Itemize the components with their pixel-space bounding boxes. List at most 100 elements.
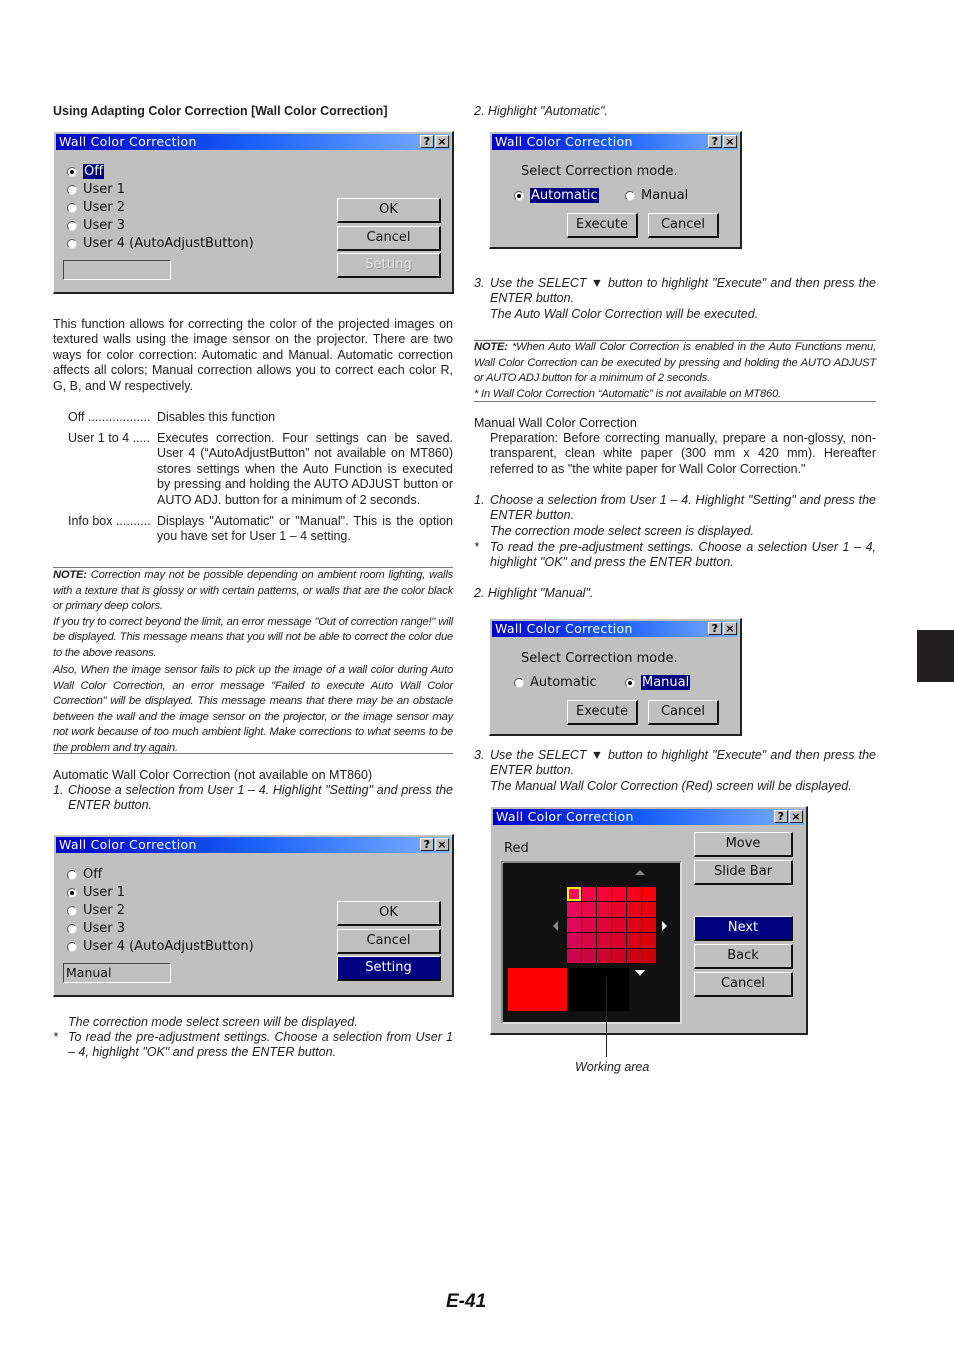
radio-label: User 4 (AutoAdjustButton) bbox=[83, 939, 254, 954]
radio-label: Automatic bbox=[530, 675, 597, 690]
execute-button[interactable]: Execute bbox=[567, 700, 638, 725]
color-grid-cell[interactable] bbox=[612, 902, 626, 917]
arrow-down-icon[interactable] bbox=[635, 970, 645, 976]
wall-color-correction-dialog-user1: Wall Color Correction ? × Off User 1 Use… bbox=[53, 834, 454, 997]
radio-dot bbox=[67, 202, 77, 213]
color-grid-cell[interactable] bbox=[597, 887, 611, 902]
radio-label: User 3 bbox=[83, 921, 126, 936]
dialog-title: Wall Color Correction bbox=[59, 837, 197, 852]
radio-user1[interactable]: User 1 bbox=[67, 182, 125, 197]
help-icon[interactable]: ? bbox=[420, 135, 434, 148]
color-grid-cell[interactable] bbox=[567, 902, 581, 917]
help-icon[interactable]: ? bbox=[774, 810, 788, 823]
dialog-titlebar: Wall Color Correction ? × bbox=[492, 621, 738, 637]
manual-heading: Manual Wall Color Correction bbox=[474, 416, 637, 430]
color-grid-cell[interactable] bbox=[582, 948, 596, 963]
color-grid-cell[interactable] bbox=[642, 933, 656, 948]
dialog-title: Wall Color Correction bbox=[495, 134, 633, 149]
color-grid-cell[interactable] bbox=[582, 917, 596, 933]
color-grid-cell[interactable] bbox=[627, 948, 641, 963]
color-grid-cell[interactable] bbox=[567, 948, 581, 963]
help-icon[interactable]: ? bbox=[708, 622, 722, 635]
color-grid-cell[interactable] bbox=[642, 902, 656, 917]
step-result: The correction mode select screen will b… bbox=[68, 1015, 358, 1029]
radio-user2[interactable]: User 2 bbox=[67, 200, 125, 215]
radio-dot bbox=[67, 238, 77, 249]
slide-bar-button[interactable]: Slide Bar bbox=[694, 860, 793, 885]
cancel-button[interactable]: Cancel bbox=[648, 700, 719, 725]
color-grid-cell[interactable] bbox=[627, 887, 641, 902]
color-grid-cell[interactable] bbox=[597, 948, 611, 963]
color-grid-cell[interactable] bbox=[612, 887, 626, 902]
help-icon[interactable]: ? bbox=[708, 135, 722, 148]
radio-user4[interactable]: User 4 (AutoAdjustButton) bbox=[67, 939, 254, 954]
arrow-left-icon[interactable] bbox=[553, 921, 558, 931]
close-icon[interactable]: × bbox=[789, 810, 803, 823]
cancel-button[interactable]: Cancel bbox=[337, 929, 441, 954]
color-grid-cell[interactable] bbox=[612, 933, 626, 948]
radio-user4[interactable]: User 4 (AutoAdjustButton) bbox=[67, 236, 254, 251]
cancel-button[interactable]: Cancel bbox=[648, 213, 719, 238]
radio-dot bbox=[625, 190, 635, 201]
cancel-button[interactable]: Cancel bbox=[337, 226, 441, 251]
color-grid-cell[interactable] bbox=[642, 948, 656, 963]
color-grid-cell[interactable] bbox=[642, 887, 656, 902]
color-grid-cell[interactable] bbox=[582, 933, 596, 948]
color-grid-cell[interactable] bbox=[582, 902, 596, 917]
color-grid-cell[interactable] bbox=[567, 887, 581, 902]
color-grid-cell[interactable] bbox=[627, 902, 641, 917]
help-icon[interactable]: ? bbox=[420, 838, 434, 851]
arrow-up-icon[interactable] bbox=[635, 870, 645, 875]
radio-off[interactable]: Off bbox=[67, 867, 102, 882]
close-icon[interactable]: × bbox=[435, 135, 449, 148]
radio-off[interactable]: Off bbox=[67, 164, 105, 179]
dialog-titlebar: Wall Color Correction ? × bbox=[56, 134, 450, 150]
color-grid-cell[interactable] bbox=[597, 933, 611, 948]
radio-manual[interactable]: Manual bbox=[625, 188, 688, 203]
setting-button[interactable]: Setting bbox=[337, 253, 441, 278]
next-button[interactable]: Next bbox=[694, 916, 793, 941]
dialog-titlebar: Wall Color Correction ? × bbox=[56, 837, 450, 853]
ok-button[interactable]: OK bbox=[337, 901, 441, 926]
color-grid-cell[interactable] bbox=[642, 917, 656, 933]
execute-button[interactable]: Execute bbox=[567, 213, 638, 238]
close-icon[interactable]: × bbox=[723, 622, 737, 635]
note-label: NOTE: bbox=[474, 341, 508, 353]
color-grid-cell[interactable] bbox=[597, 902, 611, 917]
radio-user2[interactable]: User 2 bbox=[67, 903, 125, 918]
color-grid-cell[interactable] bbox=[612, 948, 626, 963]
radio-automatic[interactable]: Automatic bbox=[514, 675, 597, 690]
asterisk: * bbox=[474, 540, 479, 554]
cancel-button[interactable]: Cancel bbox=[694, 972, 793, 997]
dialog-title: Wall Color Correction bbox=[59, 134, 197, 149]
radio-user3[interactable]: User 3 bbox=[67, 921, 125, 936]
color-grid-cell[interactable] bbox=[567, 917, 581, 933]
note-text: * In Wall Color Correction “Automatic” i… bbox=[474, 387, 782, 400]
step-result: The Auto Wall Color Correction will be e… bbox=[490, 307, 759, 321]
color-grid-cell[interactable] bbox=[567, 933, 581, 948]
dialog-titlebar: Wall Color Correction ? × bbox=[493, 809, 804, 825]
note-block: NOTE: *When Auto Wall Color Correction i… bbox=[474, 340, 876, 402]
radio-automatic[interactable]: Automatic bbox=[514, 188, 599, 203]
radio-user3[interactable]: User 3 bbox=[67, 218, 125, 233]
step-note: To read the pre-adjustment settings. Cho… bbox=[490, 540, 876, 570]
setting-button[interactable]: Setting bbox=[337, 956, 441, 981]
radio-manual[interactable]: Manual bbox=[625, 675, 691, 690]
arrow-right-icon[interactable] bbox=[662, 921, 667, 931]
close-icon[interactable]: × bbox=[723, 135, 737, 148]
color-grid-cell[interactable] bbox=[627, 917, 641, 933]
ok-button[interactable]: OK bbox=[337, 198, 441, 223]
back-button[interactable]: Back bbox=[694, 944, 793, 969]
callout-line bbox=[606, 977, 607, 1057]
radio-user1[interactable]: User 1 bbox=[67, 885, 125, 900]
step-number: 3. bbox=[474, 276, 485, 290]
move-button[interactable]: Move bbox=[694, 832, 793, 857]
step-number: 1. bbox=[53, 783, 64, 797]
working-area bbox=[567, 968, 629, 1011]
color-grid-cell[interactable] bbox=[582, 887, 596, 902]
auto-heading: Automatic Wall Color Correction (not ava… bbox=[53, 768, 373, 782]
color-grid-cell[interactable] bbox=[627, 933, 641, 948]
color-grid-cell[interactable] bbox=[597, 917, 611, 933]
close-icon[interactable]: × bbox=[435, 838, 449, 851]
color-grid-cell[interactable] bbox=[612, 917, 626, 933]
